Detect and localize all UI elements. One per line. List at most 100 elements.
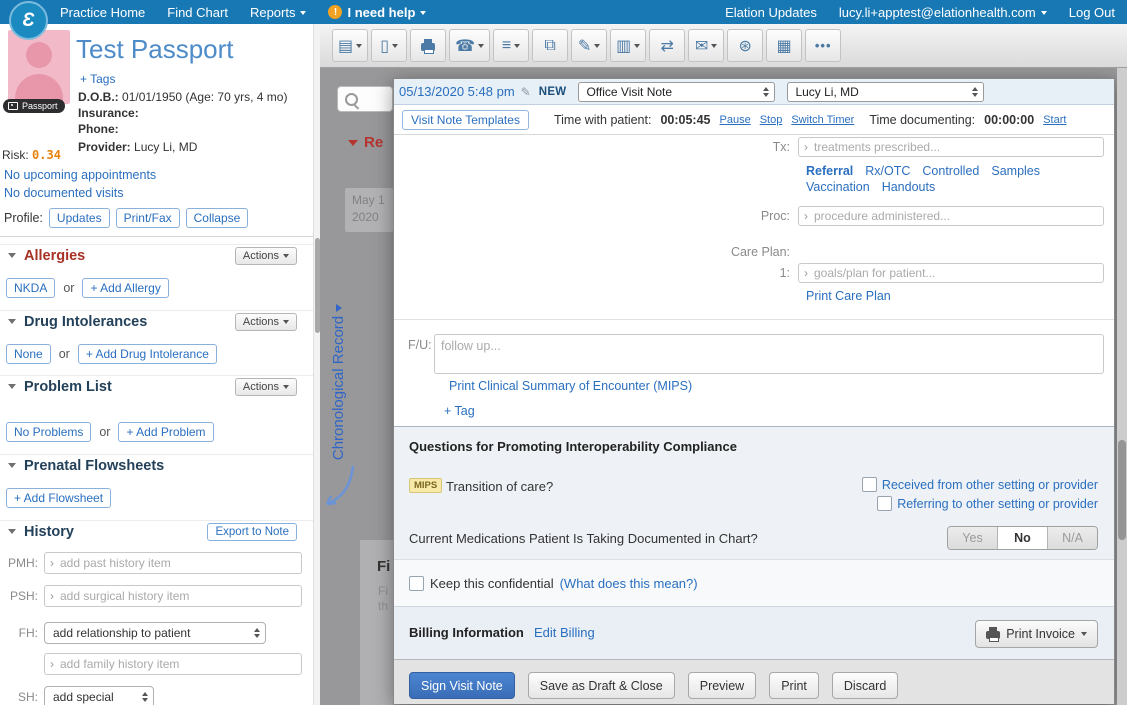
no-documented-visits-link[interactable]: No documented visits — [4, 186, 124, 200]
visit-note-type-select[interactable]: Office Visit Note — [578, 81, 776, 102]
print-fax-button[interactable] — [410, 29, 447, 62]
more-button[interactable]: ••• — [805, 29, 842, 62]
nav-reports-menu[interactable]: Reports — [250, 5, 307, 20]
print-button[interactable]: Print — [769, 672, 819, 699]
scrollbar-thumb[interactable] — [1118, 440, 1126, 540]
table-button[interactable]: ▦ — [766, 29, 803, 62]
export-to-note-button[interactable]: Export to Note — [207, 522, 297, 541]
patient-sidebar: Passport Test Passport + Tags D.O.B.: 01… — [0, 24, 313, 705]
pmh-field: › — [44, 552, 302, 574]
start-timer-link[interactable]: Start — [1043, 114, 1066, 126]
visit-note-datetime[interactable]: 05/13/2020 5:48 pm — [399, 84, 515, 99]
referral-link[interactable]: Referral — [806, 164, 853, 178]
add-allergy-button[interactable]: + Add Allergy — [82, 278, 169, 298]
psh-input[interactable] — [58, 588, 296, 604]
edit-button[interactable]: ✎ — [571, 29, 608, 62]
nav-practice-home[interactable]: Practice Home — [60, 5, 145, 20]
what-does-this-mean-link[interactable]: (What does this mean?) — [560, 576, 698, 591]
meds-na-button[interactable]: N/A — [1047, 527, 1097, 549]
allergies-actions-button[interactable]: Actions — [234, 246, 297, 265]
allergies-title: Allergies — [24, 247, 86, 264]
settings-button[interactable]: ⊛ — [727, 29, 764, 62]
add-tags-link[interactable]: + Tags — [80, 72, 115, 86]
add-problem-button[interactable]: + Add Problem — [118, 422, 214, 442]
handouts-link[interactable]: Handouts — [882, 180, 936, 194]
discard-button[interactable]: Discard — [831, 672, 899, 699]
proc-label: Proc: — [760, 209, 790, 223]
add-flowsheet-button[interactable]: + Add Flowsheet — [6, 488, 112, 508]
print-clinical-summary-link[interactable]: Print Clinical Summary of Encounter (MIP… — [449, 379, 692, 393]
patient-avatar[interactable] — [8, 30, 70, 104]
record-search-field[interactable] — [337, 86, 393, 112]
allergy-chip[interactable]: NKDA — [6, 278, 56, 298]
problems-actions-button[interactable]: Actions — [234, 377, 297, 396]
save-as-draft-button[interactable]: Save as Draft & Close — [527, 672, 675, 699]
care-plan-field: › — [798, 263, 1104, 283]
meds-no-button[interactable]: No — [997, 527, 1047, 549]
received-checkbox[interactable] — [861, 477, 877, 492]
nav-find-chart[interactable]: Find Chart — [167, 5, 228, 20]
pause-timer-link[interactable]: Pause — [720, 114, 751, 126]
new-document-button[interactable]: ▯ — [371, 29, 408, 62]
print-care-plan-link[interactable]: Print Care Plan — [806, 289, 891, 303]
drug-actions-button[interactable]: Actions — [234, 312, 297, 331]
controlled-link[interactable]: Controlled — [922, 164, 979, 178]
prenatal-row: + Add Flowsheet — [6, 488, 112, 508]
vaccination-link[interactable]: Vaccination — [806, 180, 870, 194]
add-tag-link[interactable]: + Tag — [444, 404, 475, 418]
profile-printfax-button[interactable]: Print/Fax — [115, 208, 180, 228]
ellipsis-icon: ••• — [814, 38, 832, 53]
care-plan-input[interactable] — [812, 265, 1098, 281]
messages-button[interactable]: ✉ — [688, 29, 725, 62]
edit-billing-link[interactable]: Edit Billing — [534, 625, 595, 640]
lists-button[interactable]: ≡ — [493, 29, 530, 62]
treatments-input[interactable] — [812, 139, 1098, 155]
drug-intolerance-chip[interactable]: None — [6, 344, 51, 364]
no-problems-chip[interactable]: No Problems — [6, 422, 92, 442]
nav-log-out[interactable]: Log Out — [1069, 5, 1115, 20]
meds-yes-button[interactable]: Yes — [948, 527, 997, 549]
add-drug-intolerance-button[interactable]: + Add Drug Intolerance — [77, 344, 217, 364]
visit-note-modal: 05/13/2020 5:48 pm ✎ NEW Office Visit No… — [393, 78, 1115, 704]
collapse-triangle-icon[interactable] — [8, 463, 16, 468]
provider-line: Provider: Lucy Li, MD — [78, 140, 198, 154]
sh-special-select[interactable]: add special — [44, 686, 154, 705]
received-checkbox-label: Received from other setting or provider — [881, 477, 1098, 492]
main-scrollbar[interactable] — [1117, 68, 1127, 705]
family-history-input[interactable] — [58, 656, 296, 672]
pmh-input[interactable] — [58, 555, 296, 571]
profile-collapse-button[interactable]: Collapse — [185, 208, 249, 228]
elation-logo-icon[interactable]: Ɛ — [9, 1, 48, 40]
rx-otc-link[interactable]: Rx/OTC — [865, 164, 910, 178]
profile-updates-button[interactable]: Updates — [48, 208, 110, 228]
visit-note-provider-select[interactable]: Lucy Li, MD — [787, 81, 985, 102]
collapse-triangle-icon[interactable] — [8, 319, 16, 324]
edit-pencil-icon[interactable]: ✎ — [521, 85, 531, 99]
collapse-triangle-icon[interactable] — [8, 253, 16, 258]
nav-elation-updates[interactable]: Elation Updates — [725, 5, 817, 20]
no-upcoming-appointments-link[interactable]: No upcoming appointments — [4, 168, 156, 182]
confidential-checkbox[interactable] — [409, 576, 424, 591]
collapse-triangle-icon[interactable] — [8, 529, 16, 534]
follow-up-textarea[interactable] — [434, 334, 1104, 374]
print-invoice-button[interactable]: Print Invoice — [975, 620, 1098, 648]
labs-button[interactable]: ▥ — [610, 29, 647, 62]
phone-button[interactable]: ☎ — [449, 29, 491, 62]
transfer-button[interactable]: ⇄ — [649, 29, 686, 62]
stop-timer-link[interactable]: Stop — [760, 114, 783, 126]
fh-relationship-select[interactable]: add relationship to patient — [44, 622, 266, 644]
nav-account-menu[interactable]: lucy.li+apptest@elationhealth.com — [839, 5, 1047, 20]
layers-button[interactable]: ⧉ — [532, 29, 569, 62]
new-note-button[interactable]: ▤ — [332, 29, 369, 62]
procedure-input[interactable] — [812, 208, 1098, 224]
sidebar-scrollbar[interactable] — [313, 24, 320, 705]
preview-button[interactable]: Preview — [687, 672, 757, 699]
problem-list-section-header: Problem List Actions — [0, 375, 313, 397]
referring-checkbox[interactable] — [877, 496, 893, 511]
visit-note-templates-button[interactable]: Visit Note Templates — [402, 109, 529, 130]
sign-visit-note-button[interactable]: Sign Visit Note — [409, 672, 515, 699]
samples-link[interactable]: Samples — [991, 164, 1040, 178]
nav-help-menu[interactable]: ! I need help — [328, 5, 427, 20]
collapse-triangle-icon[interactable] — [8, 384, 16, 389]
switch-timer-link[interactable]: Switch Timer — [791, 114, 854, 126]
